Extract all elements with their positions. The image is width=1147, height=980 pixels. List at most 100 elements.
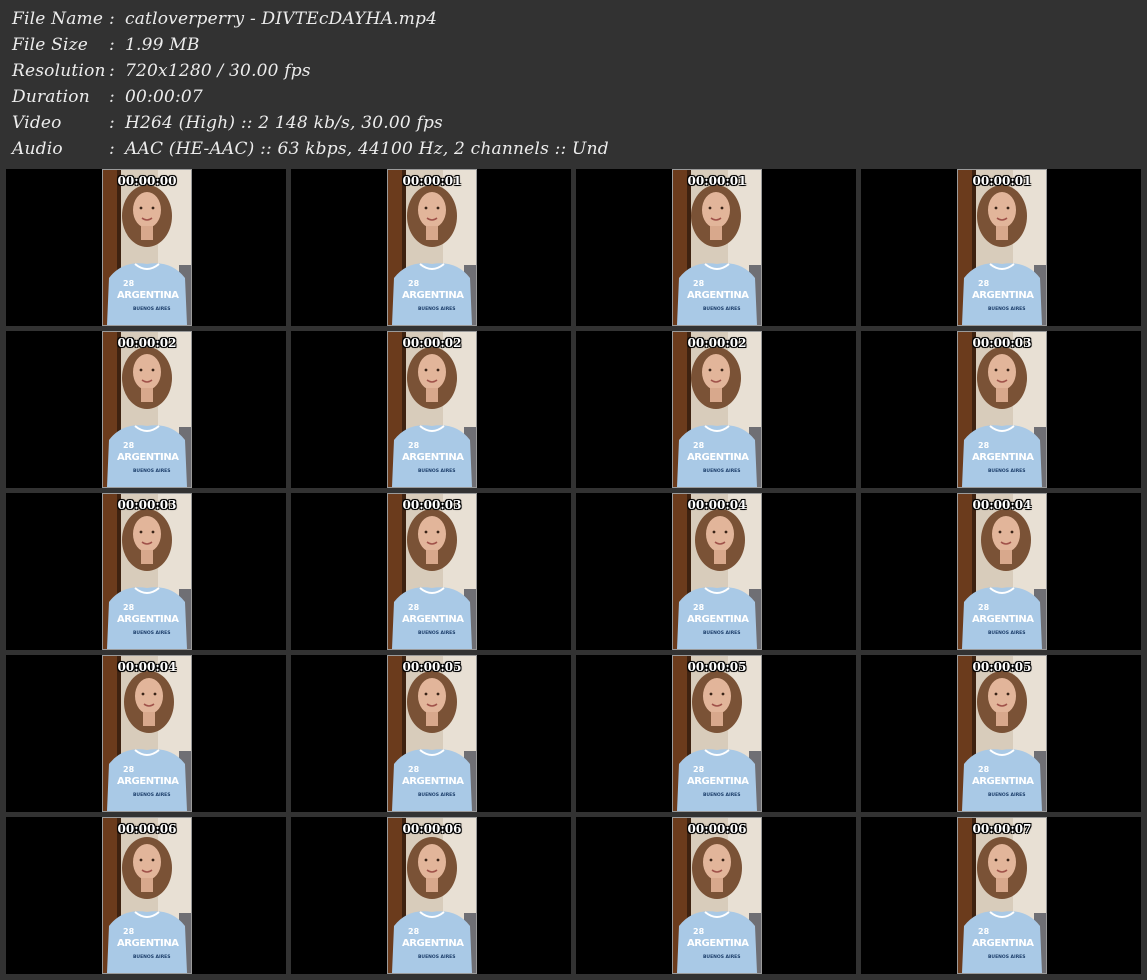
- video-frame-thumbnail: 28 ARGENTINA BUENOS AIRES 00:00:06: [102, 817, 192, 974]
- shirt-number-text: 28: [408, 603, 420, 612]
- frame-illustration: 28 ARGENTINA BUENOS AIRES: [958, 818, 1046, 973]
- thumbnail-cell: 28 ARGENTINA BUENOS AIRES 00:00:04: [861, 493, 1141, 650]
- info-separator: :: [109, 35, 115, 55]
- info-value: 1.99 MB: [125, 35, 200, 55]
- timestamp-label: 00:00:06: [402, 822, 462, 836]
- info-row-duration: Duration : 00:00:07: [12, 84, 1132, 110]
- timestamp-label: 00:00:07: [972, 822, 1032, 836]
- timestamp-label: 00:00:00: [117, 174, 177, 188]
- file-info-panel: File Name : catloverperry - DIVTEcDAYHA.…: [12, 6, 1132, 162]
- timestamp-label: 00:00:02: [117, 336, 177, 350]
- video-frame-thumbnail: 28 ARGENTINA BUENOS AIRES 00:00:04: [672, 493, 762, 650]
- info-row-audio: Audio : AAC (HE-AAC) :: 63 kbps, 44100 H…: [12, 136, 1132, 162]
- info-label: Audio: [12, 139, 63, 159]
- shirt-sub-text: BUENOS AIRES: [133, 468, 171, 474]
- thumbnail-cell: 28 ARGENTINA BUENOS AIRES 00:00:05: [576, 655, 856, 812]
- frame-illustration: 28 ARGENTINA BUENOS AIRES: [388, 332, 476, 487]
- info-value: H264 (High) :: 2 148 kb/s, 30.00 fps: [125, 113, 443, 133]
- info-separator: :: [109, 139, 115, 159]
- shirt-number-text: 28: [693, 765, 705, 774]
- shirt-word-text: ARGENTINA: [402, 938, 464, 949]
- frame-illustration: 28 ARGENTINA BUENOS AIRES: [388, 656, 476, 811]
- info-value: catloverperry - DIVTEcDAYHA.mp4: [125, 9, 438, 29]
- shirt-number-text: 28: [408, 279, 420, 288]
- video-frame-thumbnail: 28 ARGENTINA BUENOS AIRES 00:00:03: [102, 493, 192, 650]
- info-row-file-name: File Name : catloverperry - DIVTEcDAYHA.…: [12, 6, 1132, 32]
- info-separator: :: [109, 113, 115, 133]
- info-label: Video: [12, 113, 62, 133]
- shirt-word-text: ARGENTINA: [117, 938, 179, 949]
- shirt-sub-text: BUENOS AIRES: [133, 954, 171, 960]
- frame-illustration: 28 ARGENTINA BUENOS AIRES: [958, 332, 1046, 487]
- frame-illustration: 28 ARGENTINA BUENOS AIRES: [673, 656, 761, 811]
- shirt-word-text: ARGENTINA: [117, 290, 179, 301]
- info-separator: :: [109, 9, 115, 29]
- video-frame-thumbnail: 28 ARGENTINA BUENOS AIRES 00:00:05: [957, 655, 1047, 812]
- thumbnail-grid: 28 ARGENTINA BUENOS AIRES 00:00:00 28 ARGENTI…: [6, 169, 1142, 974]
- shirt-word-text: ARGENTINA: [402, 452, 464, 463]
- shirt-sub-text: BUENOS AIRES: [988, 306, 1026, 312]
- frame-illustration: 28 ARGENTINA BUENOS AIRES: [958, 494, 1046, 649]
- shirt-number-text: 28: [123, 927, 135, 936]
- thumbnail-cell: 28 ARGENTINA BUENOS AIRES 00:00:02: [576, 331, 856, 488]
- timestamp-label: 00:00:02: [687, 336, 747, 350]
- shirt-number-text: 28: [693, 441, 705, 450]
- frame-illustration: 28 ARGENTINA BUENOS AIRES: [388, 494, 476, 649]
- timestamp-label: 00:00:01: [687, 174, 747, 188]
- video-frame-thumbnail: 28 ARGENTINA BUENOS AIRES 00:00:03: [957, 331, 1047, 488]
- info-label: Duration: [12, 87, 90, 107]
- shirt-sub-text: BUENOS AIRES: [418, 792, 456, 798]
- thumbnail-cell: 28 ARGENTINA BUENOS AIRES 00:00:00: [6, 169, 286, 326]
- shirt-sub-text: BUENOS AIRES: [703, 468, 741, 474]
- timestamp-label: 00:00:01: [402, 174, 462, 188]
- shirt-word-text: ARGENTINA: [687, 452, 749, 463]
- timestamp-label: 00:00:04: [117, 660, 177, 674]
- timestamp-label: 00:00:05: [972, 660, 1032, 674]
- video-frame-thumbnail: 28 ARGENTINA BUENOS AIRES 00:00:01: [387, 169, 477, 326]
- shirt-number-text: 28: [408, 441, 420, 450]
- frame-illustration: 28 ARGENTINA BUENOS AIRES: [103, 494, 191, 649]
- shirt-sub-text: BUENOS AIRES: [703, 306, 741, 312]
- thumbnail-cell: 28 ARGENTINA BUENOS AIRES 00:00:02: [291, 331, 571, 488]
- shirt-word-text: ARGENTINA: [402, 614, 464, 625]
- shirt-number-text: 28: [693, 603, 705, 612]
- thumbnail-cell: 28 ARGENTINA BUENOS AIRES 00:00:01: [576, 169, 856, 326]
- shirt-sub-text: BUENOS AIRES: [133, 306, 171, 312]
- frame-illustration: 28 ARGENTINA BUENOS AIRES: [673, 818, 761, 973]
- shirt-number-text: 28: [693, 927, 705, 936]
- thumbnail-cell: 28 ARGENTINA BUENOS AIRES 00:00:03: [291, 493, 571, 650]
- thumbnail-cell: 28 ARGENTINA BUENOS AIRES 00:00:04: [576, 493, 856, 650]
- video-frame-thumbnail: 28 ARGENTINA BUENOS AIRES 00:00:04: [102, 655, 192, 812]
- video-frame-thumbnail: 28 ARGENTINA BUENOS AIRES 00:00:06: [387, 817, 477, 974]
- shirt-sub-text: BUENOS AIRES: [418, 954, 456, 960]
- frame-illustration: 28 ARGENTINA BUENOS AIRES: [103, 170, 191, 325]
- timestamp-label: 00:00:05: [402, 660, 462, 674]
- shirt-sub-text: BUENOS AIRES: [418, 468, 456, 474]
- frame-illustration: 28 ARGENTINA BUENOS AIRES: [673, 332, 761, 487]
- shirt-number-text: 28: [123, 765, 135, 774]
- thumbnail-cell: 28 ARGENTINA BUENOS AIRES 00:00:06: [291, 817, 571, 974]
- shirt-word-text: ARGENTINA: [972, 290, 1034, 301]
- frame-illustration: 28 ARGENTINA BUENOS AIRES: [958, 170, 1046, 325]
- info-label: File Size: [12, 35, 89, 55]
- shirt-word-text: ARGENTINA: [972, 938, 1034, 949]
- shirt-word-text: ARGENTINA: [687, 614, 749, 625]
- shirt-word-text: ARGENTINA: [687, 938, 749, 949]
- shirt-sub-text: BUENOS AIRES: [988, 954, 1026, 960]
- timestamp-label: 00:00:04: [687, 498, 747, 512]
- shirt-word-text: ARGENTINA: [972, 452, 1034, 463]
- shirt-sub-text: BUENOS AIRES: [988, 792, 1026, 798]
- shirt-word-text: ARGENTINA: [117, 776, 179, 787]
- shirt-number-text: 28: [123, 603, 135, 612]
- video-frame-thumbnail: 28 ARGENTINA BUENOS AIRES 00:00:06: [672, 817, 762, 974]
- timestamp-label: 00:00:03: [402, 498, 462, 512]
- frame-illustration: 28 ARGENTINA BUENOS AIRES: [388, 818, 476, 973]
- thumbnail-cell: 28 ARGENTINA BUENOS AIRES 00:00:02: [6, 331, 286, 488]
- shirt-sub-text: BUENOS AIRES: [133, 792, 171, 798]
- video-frame-thumbnail: 28 ARGENTINA BUENOS AIRES 00:00:02: [672, 331, 762, 488]
- shirt-sub-text: BUENOS AIRES: [988, 630, 1026, 636]
- frame-illustration: 28 ARGENTINA BUENOS AIRES: [103, 332, 191, 487]
- timestamp-label: 00:00:01: [972, 174, 1032, 188]
- shirt-word-text: ARGENTINA: [687, 776, 749, 787]
- shirt-word-text: ARGENTINA: [402, 290, 464, 301]
